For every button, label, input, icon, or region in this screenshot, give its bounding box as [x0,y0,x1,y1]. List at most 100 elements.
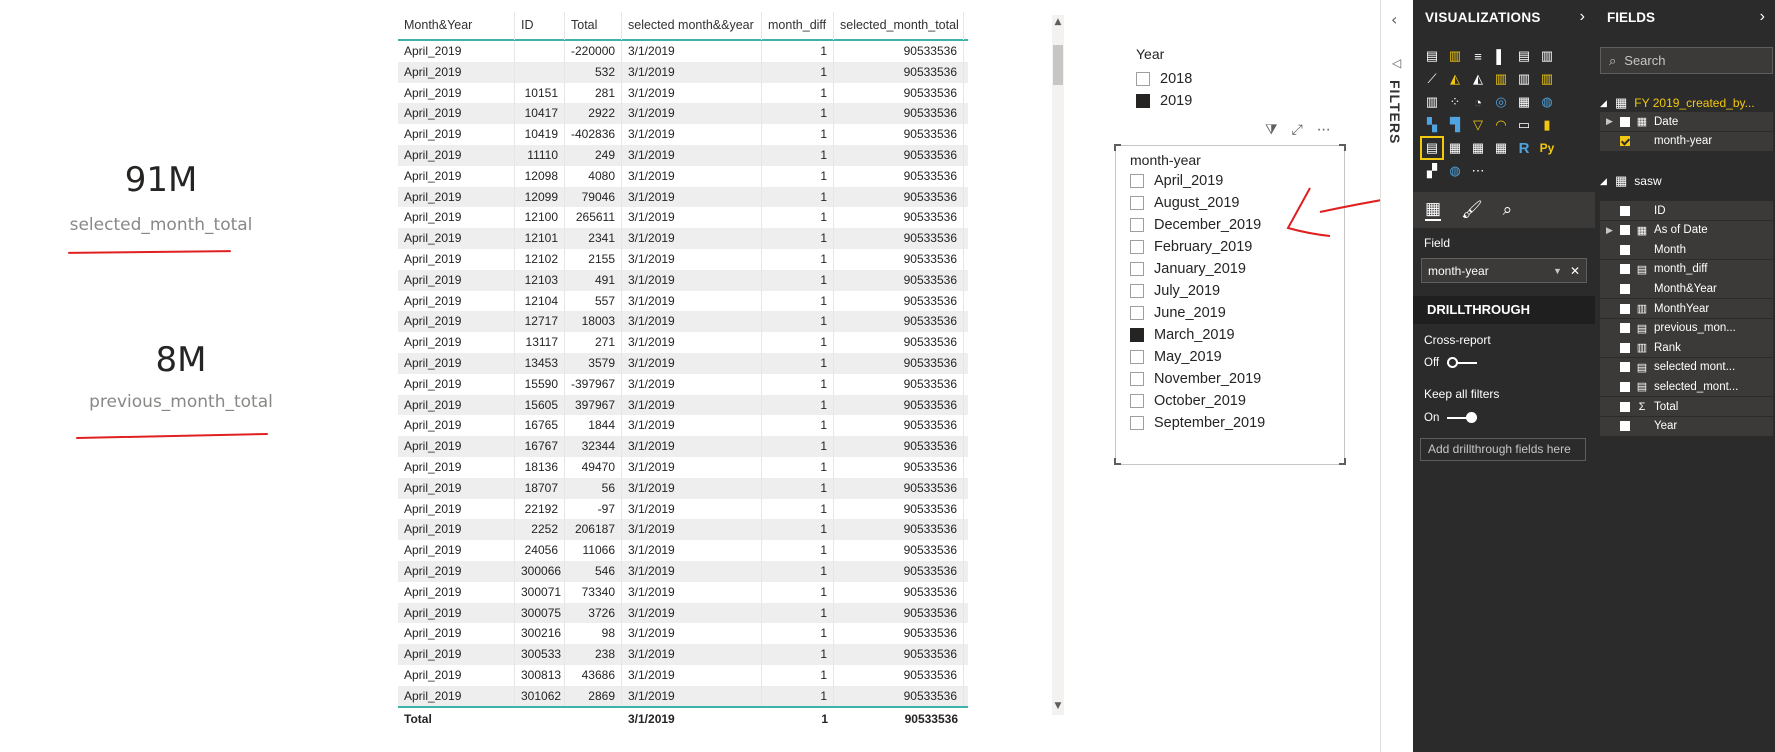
ribbon-chart-icon[interactable]: ▥ [1537,69,1557,89]
resize-handle[interactable] [1114,144,1121,151]
field-item[interactable]: ▤ month_diff [1600,259,1773,279]
table-row[interactable]: April_2019 10151 281 3/1/2019 1 90533536 [398,82,968,104]
field-item[interactable]: ID [1600,201,1773,220]
checkbox[interactable] [1130,196,1144,210]
slicer-option[interactable]: January_2019 [1130,258,1330,280]
field-item[interactable]: ▤ selected mont... [1600,357,1773,377]
table-row[interactable]: April_2019 13117 271 3/1/2019 1 90533536 [398,332,968,353]
field-checkbox[interactable] [1620,401,1630,412]
treemap-icon[interactable]: ▦ [1514,92,1534,112]
checkbox[interactable] [1130,394,1144,408]
table-row[interactable]: April_2019 12717 18003 3/1/2019 1 90533536 [398,311,968,333]
checkbox[interactable] [1130,328,1144,342]
slicer-option[interactable]: May_2019 [1130,346,1330,368]
slicer-option[interactable]: November_2019 [1130,368,1330,390]
table-row[interactable]: April_2019 532 3/1/2019 1 90533536 [398,61,968,83]
checkbox[interactable] [1130,174,1144,188]
line-chart-icon[interactable]: ⟋ [1422,69,1442,89]
slicer-option[interactable]: 2019 [1136,90,1276,112]
table-row[interactable]: April_2019 12101 2341 3/1/2019 1 90533536 [398,228,968,249]
scatter-icon[interactable]: ⁘ [1445,92,1465,112]
table-row[interactable]: April_2019 11110 249 3/1/2019 1 90533536 [398,144,968,166]
arcgis-map-icon[interactable]: ◍ [1445,161,1465,181]
donut-chart-icon[interactable]: ◎ [1491,92,1511,112]
field-checkbox[interactable] [1620,381,1630,392]
slicer-option[interactable]: September_2019 [1130,412,1330,434]
key-influencers-icon[interactable]: ▞ [1422,161,1442,181]
table-row[interactable]: April_2019 13453 3579 3/1/2019 1 90533536 [398,352,968,374]
clustered-bar-icon[interactable]: ≡ [1468,46,1488,66]
close-icon[interactable]: ✕ [1570,264,1580,278]
stacked-column-icon[interactable]: ▥ [1445,46,1465,66]
100pct-bar-icon[interactable]: ▤ [1514,46,1534,66]
field-item[interactable]: ▤ previous_mon... [1600,318,1773,338]
slicer-option[interactable]: October_2019 [1130,390,1330,412]
slicer-icon[interactable]: ▤ [1420,136,1444,160]
field-checkbox[interactable] [1620,303,1630,314]
scroll-up-icon[interactable]: ▲ [1052,17,1064,27]
100pct-column-icon[interactable]: ▥ [1537,46,1557,66]
python-visual-icon[interactable]: Py [1537,138,1557,158]
year-slicer[interactable]: Year 2018 2019 [1136,46,1276,112]
data-table[interactable]: Month&Year ID Total selected month&&year mon… [398,12,968,732]
filters-label[interactable]: FILTERS [1387,80,1403,144]
more-visuals-icon[interactable]: ⋯ [1468,161,1488,181]
filled-map-icon[interactable]: ▚ [1422,115,1442,135]
waterfall-icon[interactable]: ▥ [1422,92,1442,112]
field-item[interactable]: ▶ ▦ Date [1600,112,1773,131]
fields-tab-icon[interactable]: ▦ [1425,199,1442,221]
scroll-thumb[interactable] [1053,45,1063,85]
analytics-magnifier-icon[interactable]: ⌕ [1503,200,1513,220]
field-checkbox[interactable] [1620,205,1630,216]
table-row[interactable]: April_2019 22192 -97 3/1/2019 1 90533536 [398,498,968,520]
scroll-down-icon[interactable]: ▼ [1052,701,1064,711]
checkbox[interactable] [1136,94,1150,108]
field-checkbox[interactable] [1620,136,1630,147]
field-checkbox[interactable] [1620,421,1630,432]
expand-triangle-icon[interactable]: ▶ [1606,116,1614,127]
table-row[interactable]: April_2019 300813 43686 3/1/2019 1 90533536 [398,664,968,686]
checkbox[interactable] [1130,262,1144,276]
table-scrollbar[interactable]: ▲ ▼ [1052,15,1064,715]
table-row[interactable]: April_2019 12103 491 3/1/2019 1 90533536 [398,269,968,291]
table-row[interactable]: April_2019 12099 79046 3/1/2019 1 90533536 [398,186,968,208]
resize-handle[interactable] [1339,458,1346,465]
column-header[interactable]: month_diff [762,12,834,40]
checkbox[interactable] [1130,218,1144,232]
table-row[interactable]: April_2019 18707 56 3/1/2019 1 90533536 [398,477,968,499]
checkbox[interactable] [1130,350,1144,364]
focus-mode-icon[interactable]: ⤢ [1292,122,1303,138]
cross-report-toggle[interactable]: Off [1424,357,1478,369]
table-visual-icon[interactable]: ▦ [1445,138,1465,158]
slicer-option[interactable]: July_2019 [1130,280,1330,302]
table-row[interactable]: April_2019 18136 49470 3/1/2019 1 90533536 [398,456,968,478]
slicer-option[interactable]: March_2019 [1130,324,1330,346]
table-row[interactable]: April_2019 301062 2869 3/1/2019 1 90533536 [398,685,968,707]
field-item[interactable]: ▤ selected_mont... [1600,377,1773,397]
r-visual-icon[interactable]: R [1514,138,1534,158]
column-header[interactable]: ID [515,12,565,40]
field-checkbox[interactable] [1620,244,1630,255]
collapse-triangle-icon[interactable]: ◢ [1600,98,1608,109]
table-row[interactable]: April_2019 2252 206187 3/1/2019 1 90533536 [398,519,968,541]
column-header[interactable]: selected month&&year [622,12,762,40]
field-item[interactable]: ▥ Rank [1600,338,1773,358]
toggle-switch[interactable] [1447,357,1478,368]
filter-icon[interactable]: ⧩ [1265,122,1278,138]
slicer-option[interactable]: June_2019 [1130,302,1330,324]
filters-pane-collapsed[interactable]: ‹ ◁ FILTERS [1380,0,1413,752]
slicer-option[interactable]: 2018 [1136,68,1276,90]
field-item[interactable]: ▥ MonthYear [1600,299,1773,318]
field-item[interactable]: Σ Total [1600,397,1773,416]
checkbox[interactable] [1130,306,1144,320]
chevron-down-icon[interactable]: ▼ [1553,266,1562,276]
chevron-right-icon[interactable]: › [1580,8,1585,26]
more-options-icon[interactable]: ⋯ [1317,122,1331,138]
column-header[interactable]: Month&Year [398,12,515,40]
table-row[interactable]: April_2019 15605 397967 3/1/2019 1 90533536 [398,394,968,416]
field-checkbox[interactable] [1620,264,1630,275]
table-row[interactable]: April_2019 12102 2155 3/1/2019 1 90533536 [398,248,968,270]
field-item[interactable]: Month [1600,240,1773,260]
line-stacked-column-icon[interactable]: ▥ [1514,69,1534,89]
table-row[interactable]: April_2019 15590 -397967 3/1/2019 1 90533536 [398,373,968,395]
